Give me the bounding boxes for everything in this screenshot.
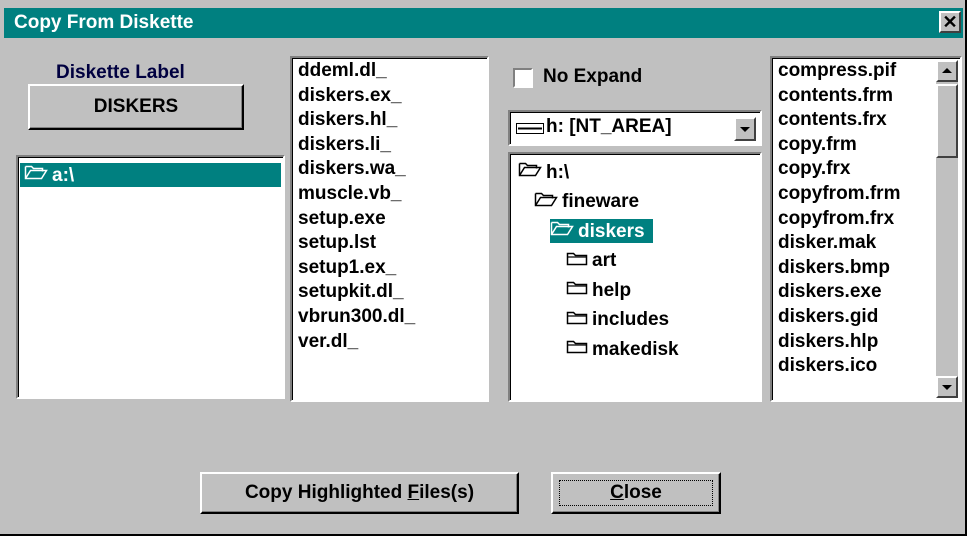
- open-folder-icon: [518, 160, 542, 185]
- target-file-item[interactable]: diskers.gid: [778, 305, 878, 329]
- close-window-button[interactable]: ✕: [939, 11, 961, 33]
- diskette-label-button[interactable]: DISKERS: [28, 84, 244, 130]
- source-file-item[interactable]: diskers.hl_: [298, 108, 397, 132]
- window-title: Copy From Diskette: [14, 12, 194, 33]
- copy-button-label-prefix: Copy Highlighted: [244, 482, 408, 503]
- directory-tree[interactable]: h:\ fineware diskers art help includes makedis…: [508, 152, 762, 402]
- open-folder-icon: [24, 163, 48, 188]
- target-file-item[interactable]: contents.frx: [778, 108, 887, 132]
- source-file-item[interactable]: setup1.ex_: [298, 256, 396, 280]
- source-file-item[interactable]: ver.dl_: [298, 330, 358, 354]
- target-file-item[interactable]: copy.frm: [778, 133, 857, 157]
- tree-item-label: art: [592, 250, 617, 272]
- folder-icon: [566, 278, 588, 303]
- copy-button-mnemonic: F: [407, 482, 420, 503]
- tree-item[interactable]: includes: [566, 308, 677, 332]
- arrow-up-icon: [942, 68, 952, 73]
- close-icon: ✕: [942, 12, 958, 32]
- source-file-list[interactable]: ddeml.dl_ diskers.ex_ diskers.hl_ diskers.l…: [290, 56, 489, 402]
- folder-icon: [566, 337, 588, 362]
- tree-item-label: help: [592, 279, 632, 301]
- target-file-scrollbar[interactable]: [936, 60, 958, 398]
- target-file-list[interactable]: compress.pif contents.frm contents.frx copy…: [770, 56, 962, 402]
- target-file-item[interactable]: diskers.hlp: [778, 330, 878, 354]
- chevron-down-icon: [740, 127, 750, 132]
- folder-icon: [566, 249, 588, 274]
- target-file-item[interactable]: diskers.exe: [778, 280, 882, 304]
- source-file-item[interactable]: diskers.li_: [298, 133, 391, 157]
- tree-item[interactable]: art: [566, 249, 624, 273]
- copy-button-label-suffix: iles(s): [419, 482, 475, 503]
- scroll-down-button[interactable]: [936, 376, 958, 398]
- source-file-item[interactable]: ddeml.dl_: [298, 59, 387, 83]
- tree-item[interactable]: makedisk: [566, 337, 687, 361]
- target-file-item[interactable]: copy.frx: [778, 157, 851, 181]
- copy-highlighted-files-button[interactable]: Copy Highlighted Files(s): [200, 472, 519, 514]
- drive-list-item-label: a:\: [52, 164, 75, 186]
- combo-dropdown-button[interactable]: [734, 117, 756, 141]
- tree-item[interactable]: h:\: [518, 160, 577, 184]
- open-folder-icon: [534, 190, 558, 215]
- close-button[interactable]: Close: [551, 472, 721, 514]
- dialog-window: Copy From Diskette ✕ Diskette Label DISK…: [0, 0, 967, 536]
- target-file-item[interactable]: disker.mak: [778, 231, 876, 255]
- target-file-item[interactable]: contents.frm: [778, 84, 893, 108]
- source-file-item[interactable]: diskers.wa_: [298, 157, 406, 181]
- no-expand-checkbox[interactable]: [513, 68, 533, 88]
- open-folder-icon: [550, 219, 574, 244]
- target-file-item[interactable]: compress.pif: [778, 59, 896, 83]
- target-file-item[interactable]: diskers.bmp: [778, 256, 890, 280]
- drive-list[interactable]: a:\: [16, 155, 285, 399]
- target-file-item[interactable]: copyfrom.frx: [778, 207, 894, 231]
- no-expand-label[interactable]: No Expand: [543, 66, 642, 88]
- source-file-item[interactable]: vbrun300.dl_: [298, 305, 415, 329]
- target-file-item[interactable]: diskers.ico: [778, 354, 877, 378]
- source-file-item[interactable]: setup.exe: [298, 207, 386, 231]
- tree-item-label: includes: [592, 309, 670, 331]
- tree-item-label: h:\: [546, 161, 570, 183]
- drive-icon: [516, 120, 544, 136]
- tree-item[interactable]: help: [566, 278, 639, 302]
- diskette-label-caption: Diskette Label: [56, 62, 185, 83]
- tree-item-label: makedisk: [592, 338, 679, 360]
- arrow-down-icon: [942, 385, 952, 390]
- source-file-item[interactable]: diskers.ex_: [298, 84, 402, 108]
- source-file-item[interactable]: muscle.vb_: [298, 182, 402, 206]
- drive-list-item[interactable]: a:\: [20, 163, 281, 187]
- tree-item[interactable]: fineware: [534, 190, 647, 214]
- tree-item-label: diskers: [578, 220, 645, 242]
- drive-combo[interactable]: h: [NT_AREA]: [508, 110, 762, 146]
- scroll-up-button[interactable]: [936, 60, 958, 82]
- folder-icon: [566, 308, 588, 333]
- tree-item-label: fineware: [562, 191, 640, 213]
- source-file-item[interactable]: setupkit.dl_: [298, 280, 404, 304]
- scroll-thumb[interactable]: [936, 84, 958, 158]
- title-bar[interactable]: Copy From Diskette ✕: [4, 8, 963, 38]
- source-file-item[interactable]: setup.lst: [298, 231, 376, 255]
- focus-rectangle: [559, 480, 713, 506]
- target-file-item[interactable]: copyfrom.frm: [778, 182, 900, 206]
- drive-combo-value: h: [NT_AREA]: [546, 116, 672, 137]
- diskette-label-text: DISKERS: [93, 96, 179, 117]
- tree-item[interactable]: diskers: [550, 219, 653, 243]
